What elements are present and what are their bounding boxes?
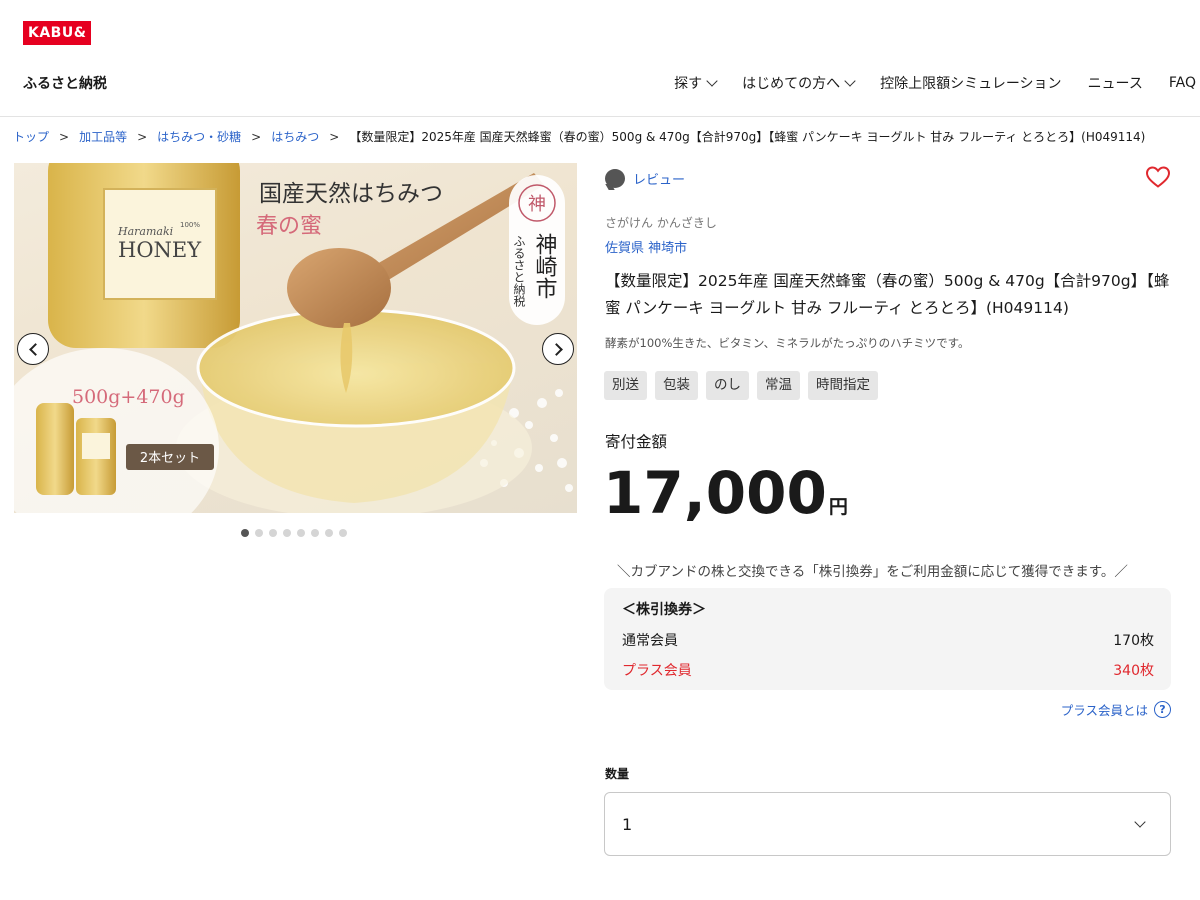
review-link[interactable]: レビュー bbox=[605, 169, 685, 188]
breadcrumb-separator: > bbox=[59, 129, 70, 144]
product-title: 【数量限定】2025年産 国産天然蜂蜜（春の蜜）500g & 470g【合計97… bbox=[605, 272, 1170, 317]
breadcrumb-link-processed[interactable]: 加工品等 bbox=[79, 128, 127, 145]
jar-label-percent: 100% bbox=[180, 221, 200, 229]
breadcrumb-link-honey[interactable]: はちみつ bbox=[271, 128, 319, 145]
tag-time-slot: 時間指定 bbox=[808, 371, 878, 400]
municipality-kana: さがけん かんざきし bbox=[605, 216, 717, 230]
carousel-next-button[interactable] bbox=[542, 333, 574, 365]
shipping-tags: 別送 包装 のし 常温 時間指定 bbox=[604, 371, 878, 400]
carousel-dot[interactable] bbox=[311, 529, 319, 537]
breadcrumb-current: 【数量限定】2025年産 国産天然蜂蜜（春の蜜）500g & 470g【合計97… bbox=[349, 130, 1146, 144]
carousel-dot[interactable] bbox=[241, 529, 249, 537]
nav-label: 控除上限額シミュレーション bbox=[880, 76, 1062, 92]
chevron-down-icon bbox=[844, 74, 856, 87]
jar-label-brand: Haramaki bbox=[117, 225, 173, 238]
tag-room-temperature: 常温 bbox=[757, 371, 800, 400]
normal-member-value: 170枚 bbox=[1113, 633, 1154, 649]
review-label: レビュー bbox=[633, 173, 686, 188]
carousel-dots bbox=[241, 529, 347, 537]
municipality-link[interactable]: 佐賀県 神埼市 bbox=[605, 237, 687, 256]
nav-item-beginners[interactable]: はじめての方へ bbox=[742, 73, 856, 93]
nav-label: 探す bbox=[674, 76, 703, 92]
price-label: 寄付金額 bbox=[605, 433, 668, 451]
breadcrumb-separator: > bbox=[251, 129, 262, 144]
image-weights: 500g+470g bbox=[72, 386, 185, 408]
chevron-right-icon bbox=[549, 342, 563, 356]
tag-separate-shipping: 別送 bbox=[604, 371, 647, 400]
plus-member-info-label: プラス会員とは bbox=[1060, 703, 1148, 718]
price: 17,000 円 bbox=[603, 464, 848, 522]
header-divider bbox=[0, 116, 1200, 117]
image-subhead: 春の蜜 bbox=[256, 214, 322, 239]
stock-row-normal: 通常会員 170枚 bbox=[622, 630, 1154, 650]
normal-member-label: 通常会員 bbox=[622, 633, 678, 649]
exchange-note: ＼カブアンドの株と交換できる「株引換券」をご利用金額に応じて獲得できます。／ bbox=[617, 564, 1128, 580]
quantity-value: 1 bbox=[622, 814, 633, 834]
nav-label: はじめての方へ bbox=[742, 76, 841, 92]
jar-label-honey: HONEY bbox=[118, 238, 202, 262]
stock-voucher-box: ＜株引換券＞ 通常会員 170枚 プラス会員 340枚 bbox=[604, 588, 1171, 690]
image-city-sub: ふるさと納税 bbox=[512, 235, 526, 308]
question-circle-icon: ? bbox=[1154, 701, 1171, 718]
plus-member-label: プラス会員 bbox=[622, 663, 692, 679]
carousel-dot[interactable] bbox=[255, 529, 263, 537]
stock-row-plus: プラス会員 340枚 bbox=[622, 660, 1154, 680]
chevron-left-icon bbox=[28, 342, 42, 356]
product-description: 酵素が100%生きた、ビタミン、ミネラルがたっぷりのハチミツです。 bbox=[605, 336, 970, 350]
tag-wrapping: 包装 bbox=[655, 371, 698, 400]
carousel-dot[interactable] bbox=[269, 529, 277, 537]
chevron-down-icon bbox=[1134, 815, 1146, 828]
logo[interactable]: KABU& bbox=[23, 21, 92, 45]
carousel-dot[interactable] bbox=[325, 529, 333, 537]
chevron-down-icon bbox=[706, 74, 718, 87]
nav-item-simulation[interactable]: 控除上限額シミュレーション bbox=[880, 73, 1061, 93]
product-image[interactable]: Haramaki 100% HONEY 国産天然はちみつ 春の蜜 神 神崎市 ふ… bbox=[14, 163, 577, 513]
nav-item-search[interactable]: 探す bbox=[674, 73, 718, 93]
honey-product-illustration: Haramaki 100% HONEY 国産天然はちみつ 春の蜜 神 神崎市 ふ… bbox=[14, 163, 573, 513]
nav-item-news[interactable]: ニュース bbox=[1088, 73, 1143, 93]
plus-member-value: 340枚 bbox=[1113, 663, 1154, 679]
price-amount: 17,000 bbox=[603, 459, 827, 527]
speech-bubble-icon bbox=[605, 169, 625, 188]
quantity-select[interactable]: 1 bbox=[604, 792, 1171, 856]
image-set-badge: 2本セット bbox=[140, 451, 200, 466]
nav-label: FAQ bbox=[1168, 75, 1196, 91]
stock-voucher-title: ＜株引換券＞ bbox=[622, 602, 706, 618]
site-name[interactable]: ふるさと納税 bbox=[23, 73, 107, 93]
breadcrumb-link-honey-sugar[interactable]: はちみつ・砂糖 bbox=[157, 128, 241, 145]
image-city: 神崎市 bbox=[532, 233, 558, 299]
main-nav: 探す はじめての方へ 控除上限額シミュレーション ニュース FAQ bbox=[674, 73, 1196, 93]
quantity-label: 数量 bbox=[605, 767, 630, 781]
carousel-dot[interactable] bbox=[283, 529, 291, 537]
plus-member-info-link[interactable]: プラス会員とは ? bbox=[1061, 700, 1171, 719]
image-seal: 神 bbox=[528, 194, 546, 215]
carousel-dot[interactable] bbox=[339, 529, 347, 537]
tag-noshi: のし bbox=[706, 371, 749, 400]
breadcrumb: トップ > 加工品等 > はちみつ・砂糖 > はちみつ > 【数量限定】2025… bbox=[13, 128, 1145, 145]
image-headline: 国産天然はちみつ bbox=[259, 181, 443, 207]
carousel-prev-button[interactable] bbox=[17, 333, 49, 365]
breadcrumb-separator: > bbox=[329, 129, 340, 144]
breadcrumb-separator: > bbox=[137, 129, 148, 144]
carousel-dot[interactable] bbox=[297, 529, 305, 537]
price-unit: 円 bbox=[828, 496, 848, 518]
nav-item-faq[interactable]: FAQ bbox=[1169, 73, 1196, 93]
nav-label: ニュース bbox=[1087, 76, 1143, 92]
heart-icon[interactable] bbox=[1145, 165, 1171, 189]
breadcrumb-link-top[interactable]: トップ bbox=[13, 128, 49, 145]
